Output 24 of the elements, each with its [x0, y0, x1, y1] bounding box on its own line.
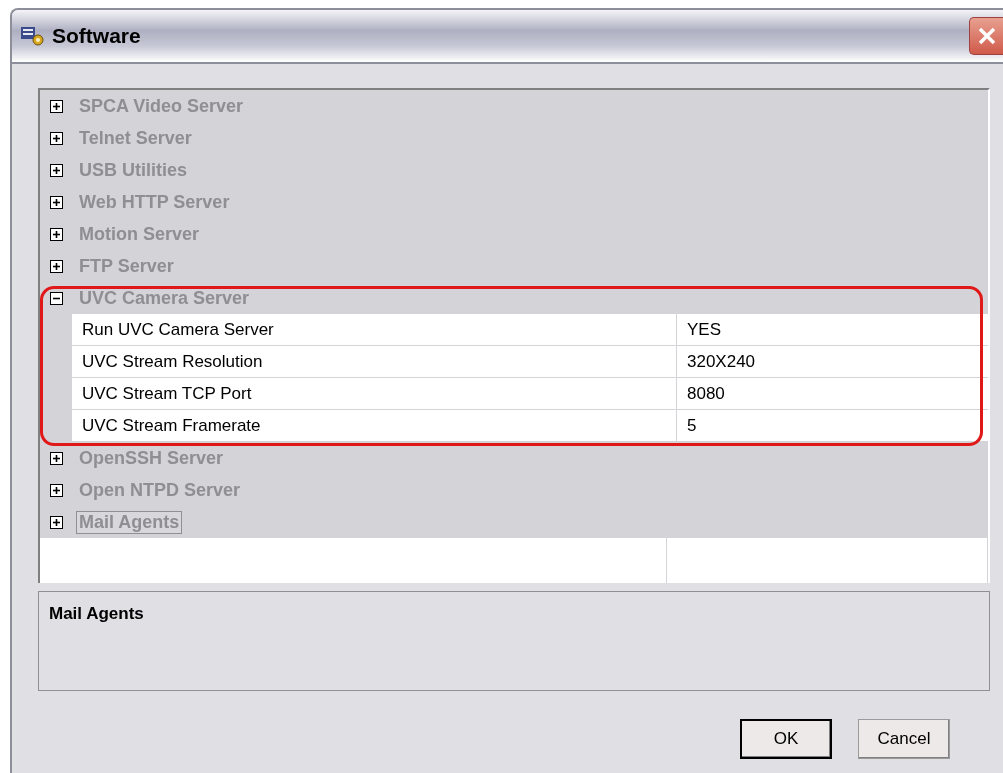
- ok-button[interactable]: OK: [740, 719, 832, 759]
- property-name[interactable]: UVC Stream Framerate: [72, 410, 677, 442]
- cancel-button[interactable]: Cancel: [858, 719, 950, 759]
- expand-icon[interactable]: [50, 483, 63, 497]
- window-title: Software: [52, 24, 142, 48]
- expand-icon[interactable]: [50, 259, 63, 273]
- property-value[interactable]: YES: [677, 314, 988, 346]
- expand-icon[interactable]: [50, 227, 63, 241]
- expand-icon[interactable]: [50, 195, 63, 209]
- property-name[interactable]: Run UVC Camera Server: [72, 314, 677, 346]
- close-button[interactable]: [969, 17, 1003, 55]
- expand-icon[interactable]: [50, 163, 63, 177]
- expand-icon[interactable]: [50, 131, 63, 145]
- property-name[interactable]: UVC Stream Resolution: [72, 346, 677, 378]
- property-value[interactable]: 320X240: [677, 346, 988, 378]
- property-value[interactable]: 5: [677, 410, 988, 442]
- property-name[interactable]: UVC Stream TCP Port: [72, 378, 677, 410]
- description-title: Mail Agents: [49, 604, 144, 623]
- property-value[interactable]: 8080: [677, 378, 988, 410]
- collapse-icon[interactable]: [50, 291, 63, 305]
- expand-icon[interactable]: [50, 99, 63, 113]
- expand-icon[interactable]: [50, 451, 63, 465]
- app-icon: [20, 25, 46, 47]
- expand-icon[interactable]: [50, 515, 63, 529]
